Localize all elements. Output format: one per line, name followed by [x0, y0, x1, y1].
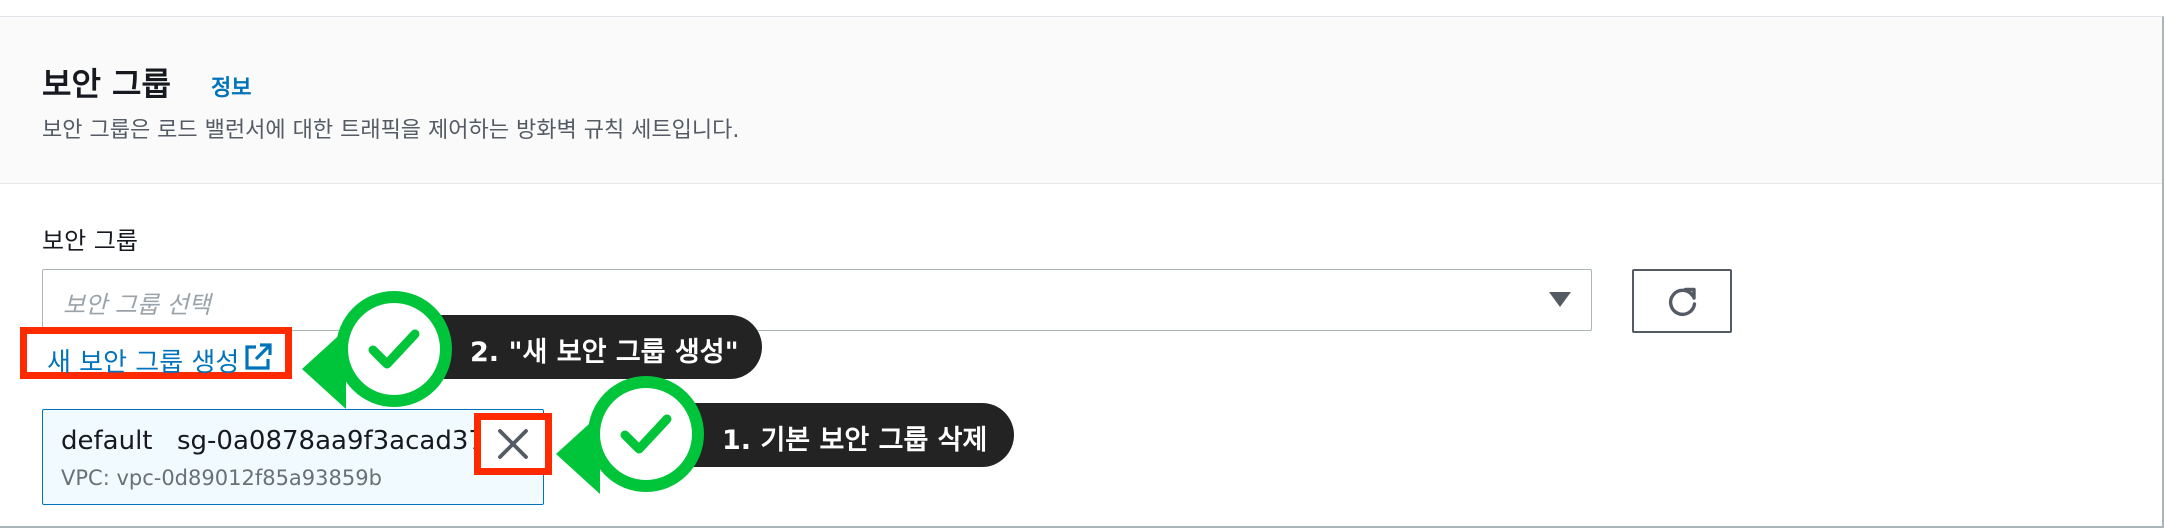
remove-token-button[interactable] [474, 413, 552, 475]
token-group-name: default [61, 426, 153, 456]
refresh-button[interactable] [1632, 269, 1732, 333]
token-group-id: sg-0a0878aa9f3acad37 [177, 426, 485, 456]
check-icon [368, 329, 420, 369]
annotation-step2-badge [336, 291, 452, 407]
create-link-highlight: 새 보안 그룹 생성 [20, 327, 292, 379]
section-description: 보안 그룹은 로드 밸런서에 대한 트래픽을 제어하는 방화벽 규칙 세트입니다… [42, 118, 740, 143]
close-icon [498, 429, 528, 459]
annotation-step2-text: 2. "새 보안 그룹 생성" [470, 337, 739, 368]
security-group-panel: 보안 그룹 정보 보안 그룹은 로드 밸런서에 대한 트래픽을 제어하는 방화벽… [0, 16, 2164, 528]
security-group-field-label: 보안 그룹 [42, 227, 138, 255]
create-security-group-link[interactable]: 새 보안 그룹 생성 [47, 342, 239, 379]
annotation-step1-text: 1. 기본 보안 그룹 삭제 [722, 425, 988, 456]
check-icon [620, 414, 672, 454]
refresh-icon [1668, 287, 1697, 316]
external-link-icon[interactable] [243, 342, 273, 372]
info-link[interactable]: 정보 [211, 70, 251, 102]
panel-header: 보안 그룹 정보 보안 그룹은 로드 밸런서에 대한 트래픽을 제어하는 방화벽… [0, 17, 2162, 184]
security-group-select[interactable]: 보안 그룹 선택 [42, 269, 1592, 331]
caret-down-icon [1549, 292, 1571, 307]
section-title: 보안 그룹 [42, 65, 171, 103]
selected-security-group-token: default sg-0a0878aa9f3acad37 VPC: vpc-0d… [42, 409, 544, 505]
annotation-step1-badge-inner [600, 388, 692, 480]
annotation-step1-badge [588, 376, 704, 492]
token-vpc-id: VPC: vpc-0d89012f85a93859b [61, 466, 382, 490]
select-placeholder: 보안 그룹 선택 [63, 291, 211, 319]
screen: 보안 그룹 정보 보안 그룹은 로드 밸런서에 대한 트래픽을 제어하는 방화벽… [0, 0, 2166, 532]
annotation-step2-badge-inner [348, 303, 440, 395]
